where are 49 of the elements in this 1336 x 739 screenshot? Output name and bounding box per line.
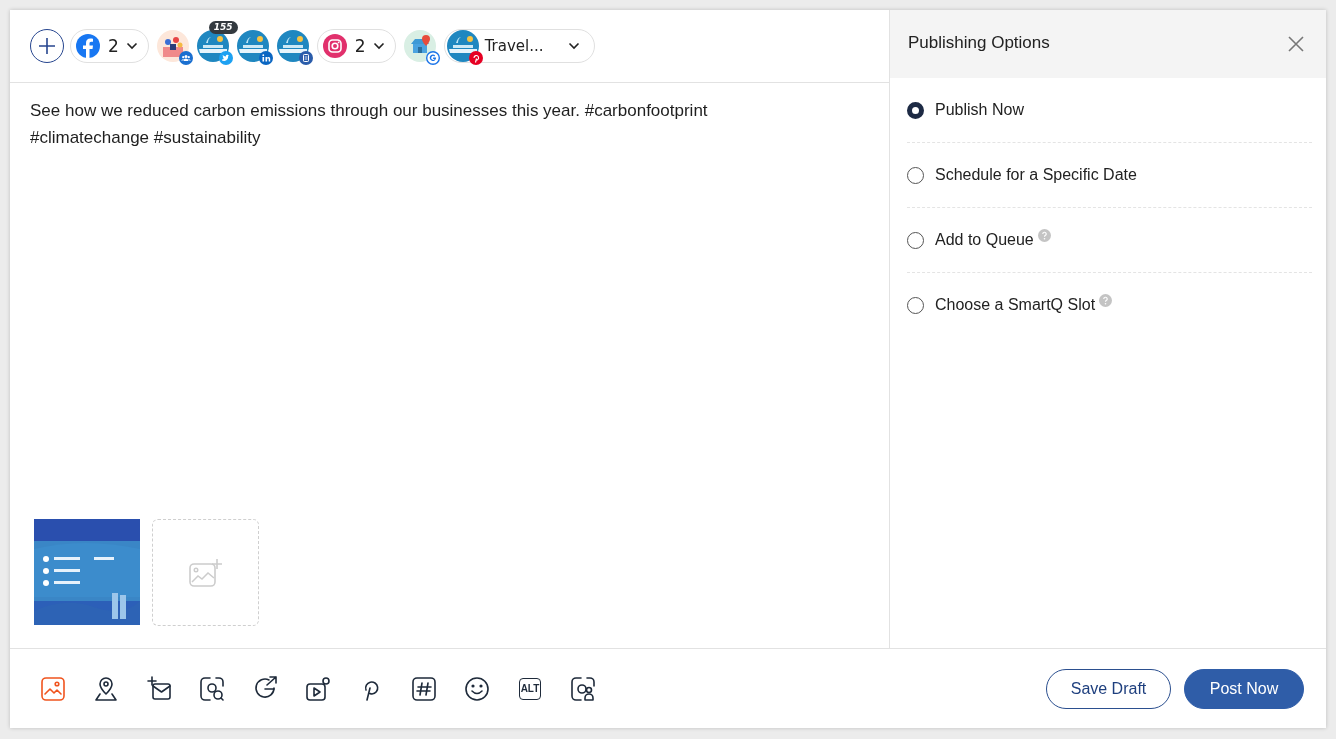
publish-option[interactable]: Choose a SmartQ Slot: [907, 296, 1096, 314]
radio-button[interactable]: [907, 166, 924, 184]
mail-tool-button[interactable]: [146, 675, 172, 702]
pinterest-badge-icon: [468, 51, 483, 65]
chevron-down-icon: [372, 42, 385, 50]
radio-button[interactable]: [907, 231, 924, 249]
people-badge-icon: [178, 51, 193, 65]
publish-option[interactable]: Publish Now: [907, 101, 1024, 119]
count-badge: 155: [208, 21, 238, 34]
account-group-dropdown[interactable]: 2: [70, 29, 149, 63]
location-tool-button[interactable]: [93, 675, 119, 702]
post-text[interactable]: See how we reduced carbon emissions through our businesses this year. #carbonfootprint #climatechange #sustainability: [30, 97, 790, 151]
chat-tool-button[interactable]: [199, 675, 225, 702]
emoji-tool-button[interactable]: [464, 675, 490, 702]
chevron-down-icon: [567, 42, 580, 50]
account-name: Travel...: [484, 37, 544, 55]
facebook-icon: [75, 33, 101, 59]
smiley-icon: [464, 675, 490, 702]
close-icon[interactable]: [1288, 36, 1304, 52]
hashtag-icon: [411, 675, 437, 702]
alt-text-button[interactable]: ALT: [517, 675, 543, 702]
account-group-dropdown[interactable]: 2: [316, 29, 396, 63]
add-account-button[interactable]: [30, 29, 64, 63]
linkedin-badge-icon: [258, 51, 273, 65]
video-settings-icon: [305, 675, 331, 702]
hashtag-tool-button[interactable]: [411, 675, 437, 702]
publish-option[interactable]: Add to Queue: [907, 231, 1034, 249]
tag-tool-button[interactable]: [570, 675, 596, 702]
image-tool-button[interactable]: [40, 675, 66, 702]
save-draft-button[interactable]: Save Draft: [1046, 668, 1171, 709]
envelope-plus-icon: [146, 675, 172, 702]
user-tag-icon: [570, 675, 596, 702]
instagram-icon: [321, 33, 348, 59]
chat-search-icon: [199, 675, 225, 702]
radio-button[interactable]: [907, 296, 924, 314]
google-badge-icon: [425, 51, 440, 65]
map-pin-icon: [93, 675, 119, 702]
plus-icon: [38, 37, 56, 55]
panel-title: Publishing Options: [908, 33, 1050, 53]
bird-badge-icon: [218, 51, 233, 65]
radio-button[interactable]: [907, 101, 924, 119]
page-badge-icon: [298, 51, 313, 65]
image-icon: [40, 675, 66, 702]
post-button[interactable]: Post Now: [1184, 668, 1304, 709]
add-image-icon: [188, 557, 223, 588]
video-tool-button[interactable]: [305, 675, 331, 702]
publish-option[interactable]: Schedule for a Specific Date: [907, 166, 1137, 184]
chevron-down-icon: [125, 42, 138, 50]
account-dropdown[interactable]: Travel...: [443, 29, 595, 63]
